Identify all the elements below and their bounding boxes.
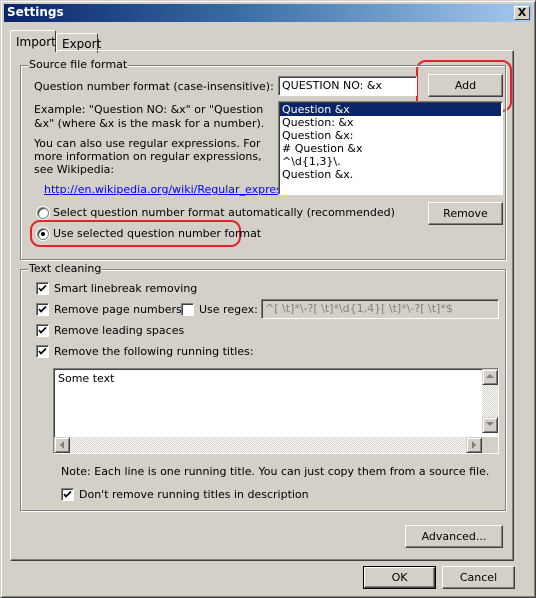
tab-export-label: Export: [62, 37, 102, 51]
tab-import-label: Import: [16, 35, 56, 49]
dont-remove-in-description-checkbox[interactable]: [61, 488, 74, 501]
question-format-input[interactable]: QUESTION NO: &x: [278, 76, 417, 96]
remove-leading-spaces-label[interactable]: Remove leading spaces: [54, 324, 184, 337]
scroll-down-button[interactable]: [482, 417, 498, 433]
scroll-up-button[interactable]: [482, 369, 498, 385]
ok-button-label: OK: [391, 571, 408, 584]
format-list-item[interactable]: Question: &x: [280, 116, 501, 129]
running-titles-textarea[interactable]: Some text: [53, 368, 499, 454]
advanced-button[interactable]: Advanced...: [405, 525, 503, 548]
format-list-item[interactable]: Question &x.: [280, 168, 501, 181]
format-list-item[interactable]: Question &x: [280, 103, 501, 116]
source-file-format-group: Source file format Question number forma…: [20, 58, 506, 260]
dont-remove-in-description-label[interactable]: Don't remove running titles in descripti…: [79, 488, 309, 501]
format-list-item[interactable]: # Question &x: [280, 142, 501, 155]
settings-dialog: Settings X Import Export Source file for…: [0, 0, 536, 598]
checkmark-icon: [38, 347, 47, 355]
smart-linebreak-label[interactable]: Smart linebreak removing: [54, 282, 197, 295]
remove-button-label: Remove: [443, 207, 488, 220]
radio-auto-format-label[interactable]: Select question number format automatica…: [53, 206, 395, 219]
format-list-item[interactable]: Question &x:: [280, 129, 501, 142]
scrollbar-corner: [482, 437, 498, 453]
import-tab-panel: Source file format Question number forma…: [10, 50, 514, 561]
cancel-button[interactable]: Cancel: [442, 566, 515, 589]
horizontal-scrollbar[interactable]: [54, 437, 482, 453]
radio-selected-format-label[interactable]: Use selected question number format: [53, 227, 261, 240]
remove-running-titles-label[interactable]: Remove the following running titles:: [54, 345, 254, 358]
regex-info-line1: You can also use regular expressions. Fo…: [34, 137, 261, 150]
arrow-left-icon: [60, 441, 64, 449]
remove-running-titles-checkbox[interactable]: [36, 345, 49, 358]
scroll-right-button[interactable]: [466, 437, 482, 453]
checkmark-icon: [38, 326, 47, 334]
tab-import[interactable]: Import: [10, 30, 56, 52]
text-cleaning-label: Text cleaning: [28, 262, 103, 275]
format-list-item[interactable]: ^\d{1,3}\.: [280, 155, 501, 168]
radio-auto-format[interactable]: [37, 207, 49, 219]
remove-page-numbers-label[interactable]: Remove page numbers: [54, 303, 182, 316]
window-title: Settings: [7, 5, 64, 19]
running-titles-text: Some text: [58, 372, 115, 385]
wikipedia-regex-link[interactable]: http://en.wikipedia.org/wiki/Regular_exp…: [44, 183, 304, 196]
add-button[interactable]: Add: [428, 74, 503, 97]
cancel-button-label: Cancel: [459, 571, 498, 584]
use-regex-checkbox[interactable]: [181, 303, 194, 316]
close-button[interactable]: X: [514, 6, 530, 20]
title-bar[interactable]: Settings X: [4, 4, 532, 22]
checkmark-icon: [63, 490, 72, 498]
advanced-button-label: Advanced...: [421, 530, 487, 543]
regex-info-line3: see Wikipedia:: [34, 163, 115, 176]
add-button-label: Add: [454, 79, 477, 92]
running-titles-note: Note: Each line is one running title. Yo…: [61, 465, 490, 478]
scroll-left-button[interactable]: [54, 437, 70, 453]
use-regex-label[interactable]: Use regex:: [199, 303, 258, 316]
question-format-list[interactable]: Question &x Question: &x Question &x: # …: [278, 101, 503, 195]
example-text-line1: Example: "Question NO: &x" or "Question: [34, 103, 264, 116]
page-number-regex-input[interactable]: ^[ \t]*\-?[ \t]*\d{1,4}[ \t]*\-?[ \t]*$: [261, 299, 499, 319]
example-text-line2: &x" (where &x is the mask for a number).: [34, 117, 265, 130]
arrow-up-icon: [486, 374, 494, 378]
arrow-right-icon: [472, 441, 476, 449]
arrow-down-icon: [486, 422, 494, 426]
checkmark-icon: [38, 305, 47, 313]
text-cleaning-group: Text cleaning Smart linebreak removing R…: [20, 262, 506, 511]
regex-info-line2: more information on regular expressions,: [34, 150, 262, 163]
close-icon: X: [517, 6, 527, 19]
remove-leading-spaces-checkbox[interactable]: [36, 324, 49, 337]
remove-page-numbers-checkbox[interactable]: [36, 303, 49, 316]
ok-button[interactable]: OK: [363, 566, 436, 589]
smart-linebreak-checkbox[interactable]: [36, 282, 49, 295]
remove-button[interactable]: Remove: [428, 202, 503, 225]
question-format-label: Question number format (case-insensitive…: [34, 80, 274, 93]
source-file-format-label: Source file format: [28, 58, 129, 71]
radio-selected-format[interactable]: [37, 228, 49, 240]
vertical-scrollbar[interactable]: [482, 369, 498, 433]
checkmark-icon: [38, 284, 47, 292]
